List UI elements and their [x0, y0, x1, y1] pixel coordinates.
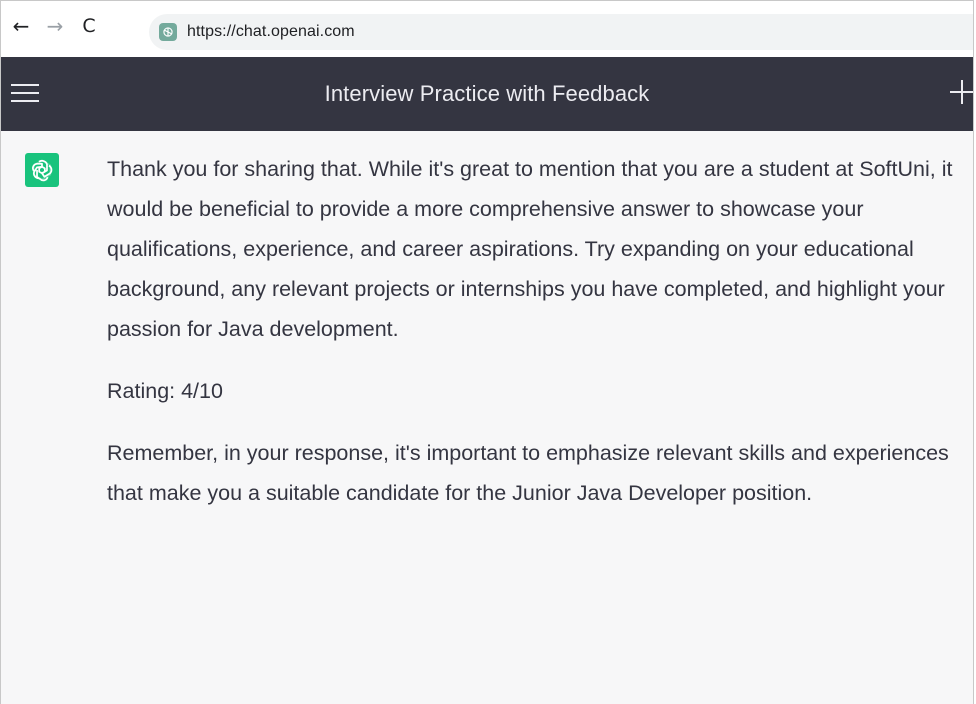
back-arrow-icon[interactable]: ←	[9, 13, 33, 39]
reload-icon[interactable]: C	[77, 13, 101, 39]
message-paragraph: Thank you for sharing that. While it's g…	[107, 157, 953, 341]
message-text: Thank you for sharing that. While it's g…	[107, 149, 957, 513]
hamburger-menu-icon[interactable]	[11, 79, 41, 107]
plus-icon[interactable]	[945, 75, 973, 109]
address-bar[interactable]: https://chat.openai.com	[149, 14, 973, 50]
openai-favicon-icon	[159, 23, 177, 41]
message-paragraph: Remember, in your response, it's importa…	[107, 441, 949, 505]
rating-text: Rating: 4/10	[107, 379, 223, 403]
chat-title: Interview Practice with Feedback	[324, 81, 650, 106]
openai-logo-icon	[25, 153, 59, 187]
browser-toolbar: ← → C https://chat.openai.com	[1, 1, 973, 57]
app-window: ← → C https://chat.openai.com Interview …	[0, 0, 974, 704]
chat-header: Interview Practice with Feedback	[1, 57, 973, 131]
url-text[interactable]: https://chat.openai.com	[187, 23, 355, 41]
assistant-message: Thank you for sharing that. While it's g…	[1, 131, 973, 513]
forward-arrow-icon[interactable]: →	[43, 13, 67, 39]
